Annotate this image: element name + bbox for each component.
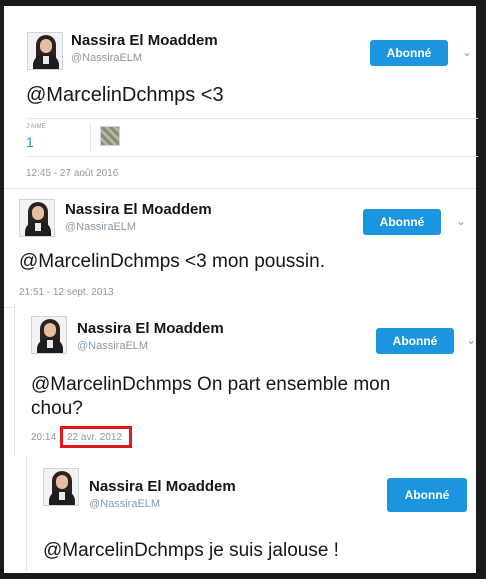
tweet-timestamp[interactable]: 21:51 - 12 sept. 2013 [19,287,114,298]
author-handle[interactable]: @NassiraELM [77,340,148,352]
tweet-card-4: Nassira El Moaddem @NassiraELM Abonné @M… [26,456,476,571]
author-handle[interactable]: @NassiraELM [71,52,142,64]
highlight-box [60,426,132,448]
author-handle[interactable]: @NassiraELM [65,221,136,233]
divider [90,122,91,152]
screenshot-collage: Nassira El Moaddem @NassiraELM Abonné ⌄ … [4,6,478,573]
avatar[interactable] [43,468,79,506]
tweet-timestamp[interactable]: 12:45 - 27 août 2016 [26,168,118,179]
author-handle[interactable]: @NassiraELM [89,498,160,510]
likes-label: J'AIME [26,124,47,130]
likes-count[interactable]: 1 [26,134,34,150]
follow-button[interactable]: Abonné [387,478,467,512]
author-name[interactable]: Nassira El Moaddem [77,320,224,337]
avatar[interactable] [19,199,55,237]
tweet-text-line-1: @MarcelinDchmps On part ensemble mon [31,374,391,395]
avatar[interactable] [31,316,67,354]
tweet-text: @MarcelinDchmps <3 [26,84,224,106]
chevron-down-icon[interactable]: ⌄ [453,213,469,229]
tweet-card-1: Nassira El Moaddem @NassiraELM Abonné ⌄ … [12,18,478,188]
tweet-text: @MarcelinDchmps je suis jalouse ! [43,540,339,561]
chevron-down-icon[interactable]: ⌄ [463,332,479,348]
divider [26,156,478,157]
chevron-down-icon[interactable]: ⌄ [459,44,475,60]
follow-button[interactable]: Abonné [376,328,454,354]
follow-button[interactable]: Abonné [370,40,448,66]
author-name[interactable]: Nassira El Moaddem [71,32,218,49]
divider [26,118,478,119]
tweet-text-line-2: chou? [31,398,83,419]
tweet-text: @MarcelinDchmps <3 mon poussin. [19,251,325,272]
author-name[interactable]: Nassira El Moaddem [65,201,212,218]
follow-button[interactable]: Abonné [363,209,441,235]
author-name[interactable]: Nassira El Moaddem [89,478,236,495]
tweet-card-3: Nassira El Moaddem @NassiraELM Abonné ⌄ … [14,304,476,456]
tweet-card-2: Nassira El Moaddem @NassiraELM Abonné ⌄ … [4,188,476,308]
tweet-time[interactable]: 20:14 [31,432,56,443]
avatar[interactable] [27,32,63,70]
liker-avatar[interactable] [100,126,120,146]
